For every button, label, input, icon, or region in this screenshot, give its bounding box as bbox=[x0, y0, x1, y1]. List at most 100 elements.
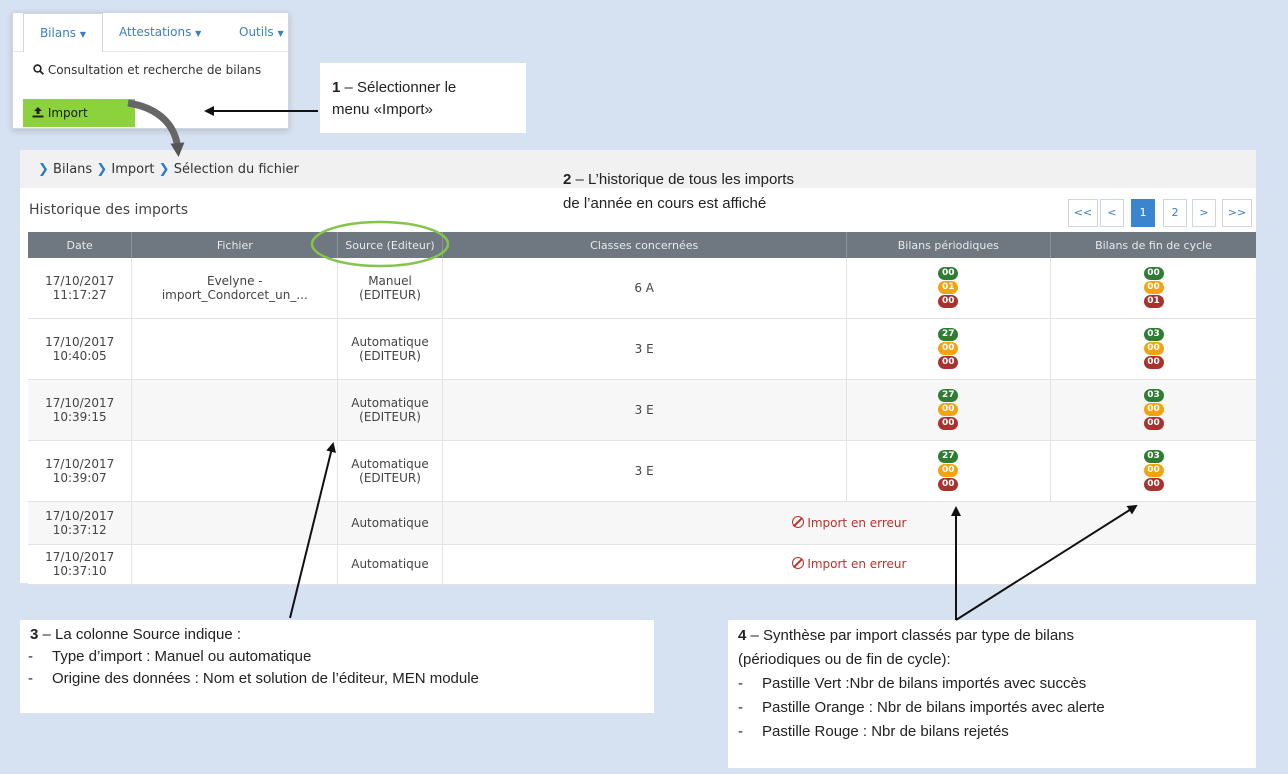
cell-fichier bbox=[131, 501, 339, 545]
badge-red: 00 bbox=[938, 417, 959, 430]
chevron-right-icon: ❯ bbox=[158, 162, 170, 177]
cell-bilans-periodiques: 27 00 00 bbox=[846, 318, 1052, 380]
cell-source: Automatique (EDITEUR) bbox=[337, 440, 443, 502]
cell-source: Manuel (EDITEUR) bbox=[337, 258, 443, 319]
menu-panel: Bilans ▼ Attestations ▼ Outils ▼ Consult… bbox=[12, 12, 289, 129]
error-text: Import en erreur bbox=[807, 557, 907, 571]
pager-next[interactable]: > bbox=[1192, 199, 1216, 227]
menu-tab-attestations[interactable]: Attestations ▼ bbox=[119, 13, 201, 51]
chevron-right-icon: ❯ bbox=[96, 162, 108, 177]
pager-last[interactable]: >> bbox=[1222, 199, 1252, 227]
callout-4-bullet: - Pastille Vert :Nbr de bilans importés a… bbox=[738, 675, 1087, 692]
table-row[interactable]: 17/10/2017 10:37:12 Automatique Import en… bbox=[28, 501, 1256, 545]
callout-3-bullet: - Type d’import : Manuel ou automatique bbox=[28, 648, 312, 665]
table-header-row: Date Fichier Source (Editeur) Classes co… bbox=[28, 232, 1256, 258]
pager-prev[interactable]: < bbox=[1100, 199, 1124, 227]
cell-classe: 3 E bbox=[442, 318, 847, 380]
badge-red: 01 bbox=[1143, 295, 1164, 309]
breadcrumb-content: ❯ Bilans ❯ Import ❯ Sélection du fichier bbox=[38, 162, 299, 177]
table-row[interactable]: 17/10/2017 10:37:10 Automatique Import en… bbox=[28, 544, 1256, 585]
editor-text: (EDITEUR) bbox=[359, 287, 421, 302]
table-row[interactable]: 17/10/2017 10:40:05 Automatique (EDITEUR) … bbox=[28, 318, 1256, 380]
cell-bilans-fin-cycle: 03 00 00 bbox=[1050, 440, 1256, 502]
cell-classe: 3 E bbox=[442, 440, 847, 502]
callout-3-bullet: - Origine des données : Nom et solution d… bbox=[28, 670, 479, 687]
header-bilans-periodiques[interactable]: Bilans périodiques bbox=[846, 232, 1052, 258]
header-date[interactable]: Date bbox=[28, 232, 133, 258]
time-text: 10:39:15 bbox=[52, 409, 107, 424]
badge-red: 00 bbox=[938, 478, 959, 491]
search-icon bbox=[33, 64, 44, 75]
editor-text: (EDITEUR) bbox=[359, 409, 421, 424]
time-text: 10:37:10 bbox=[52, 564, 107, 578]
menu-item-consultation[interactable]: Consultation et recherche de bilans bbox=[33, 63, 261, 77]
header-fichier[interactable]: Fichier bbox=[131, 232, 339, 258]
menu-tab-label: Outils bbox=[239, 25, 274, 39]
pager-page-2[interactable]: 2 bbox=[1163, 199, 1187, 227]
callout-text: – L’historique de tous les imports bbox=[571, 171, 794, 188]
callout-text: – Synthèse par import classés par type d… bbox=[746, 627, 1075, 644]
date-text: 17/10/2017 bbox=[45, 550, 115, 564]
table-row[interactable]: 17/10/2017 10:39:15 Automatique (EDITEUR) … bbox=[28, 379, 1256, 441]
header-bilans-fin-cycle[interactable]: Bilans de fin de cycle bbox=[1050, 232, 1256, 258]
ban-icon bbox=[792, 515, 805, 528]
badge-green: 27 bbox=[938, 328, 959, 341]
cell-fichier bbox=[131, 440, 339, 502]
table-row[interactable]: 17/10/2017 11:17:27 Evelyne - import_Condo… bbox=[28, 258, 1256, 319]
header-source[interactable]: Source (Editeur) bbox=[337, 232, 443, 258]
table-row[interactable]: 17/10/2017 10:39:07 Automatique (EDITEUR) … bbox=[28, 440, 1256, 502]
breadcrumb-item-bilans[interactable]: Bilans bbox=[53, 162, 92, 177]
caret-down-icon: ▼ bbox=[277, 29, 284, 38]
cell-source: Automatique bbox=[337, 501, 443, 545]
badge-orange: 00 bbox=[938, 464, 959, 477]
callout-4-line2: (périodiques ou de fin de cycle): bbox=[738, 651, 951, 668]
menu-item-import[interactable]: Import bbox=[23, 99, 135, 127]
date-text: 17/10/2017 bbox=[45, 334, 115, 349]
callout-bullet-text: Origine des données : Nom et solution de… bbox=[52, 670, 479, 687]
cell-error: Import en erreur bbox=[442, 544, 1256, 585]
pager-page-1[interactable]: 1 bbox=[1131, 199, 1155, 227]
callout-bullet-text: Pastille Vert :Nbr de bilans importés av… bbox=[762, 675, 1087, 692]
callout-4: 4 – Synthèse par import classés par type… bbox=[728, 620, 1256, 768]
badge-green: 27 bbox=[938, 389, 959, 402]
menu-tab-outils[interactable]: Outils ▼ bbox=[239, 13, 284, 51]
badge-red: 00 bbox=[938, 295, 959, 309]
date-text: 17/10/2017 bbox=[45, 273, 115, 288]
callout-4-bullet: - Pastille Rouge : Nbr de bilans rejetés bbox=[738, 723, 1009, 740]
callout-2: 2 – L’historique de tous les imports de … bbox=[563, 168, 794, 216]
header-classes[interactable]: Classes concernées bbox=[442, 232, 847, 258]
source-text: Automatique bbox=[351, 334, 429, 349]
menu-tab-bilans[interactable]: Bilans ▼ bbox=[23, 13, 103, 52]
badge-orange: 00 bbox=[1143, 464, 1164, 477]
callout-1: 1 – Sélectionner le menu «Import» bbox=[320, 63, 526, 133]
callout-text: – La colonne Source indique : bbox=[38, 626, 242, 643]
badge-red: 00 bbox=[1143, 417, 1164, 430]
cell-bilans-periodiques: 00 01 00 bbox=[846, 258, 1052, 319]
callout-text: – Sélectionner le bbox=[340, 79, 457, 96]
cell-date: 17/10/2017 11:17:27 bbox=[28, 258, 133, 319]
editor-text: (EDITEUR) bbox=[359, 348, 421, 363]
breadcrumb-item-current: Sélection du fichier bbox=[173, 162, 299, 177]
caret-down-icon: ▼ bbox=[79, 30, 87, 39]
cell-source: Automatique bbox=[337, 544, 443, 585]
cell-date: 17/10/2017 10:39:07 bbox=[28, 440, 133, 502]
badge-red: 00 bbox=[1143, 356, 1164, 369]
menu-tab-label: Bilans bbox=[39, 26, 77, 40]
time-text: 10:39:07 bbox=[52, 470, 107, 485]
pager-first[interactable]: << bbox=[1068, 199, 1098, 227]
badge-green: 03 bbox=[1143, 328, 1164, 341]
callout-3: 3 – La colonne Source indique : - Type d’… bbox=[20, 620, 654, 713]
breadcrumb-item-import[interactable]: Import bbox=[111, 162, 154, 177]
menu-item-label: Consultation et recherche de bilans bbox=[47, 63, 262, 77]
cell-date: 17/10/2017 10:39:15 bbox=[28, 379, 133, 441]
cell-fichier bbox=[131, 544, 339, 585]
cell-classe: 3 E bbox=[442, 379, 847, 441]
time-text: 10:40:05 bbox=[52, 348, 107, 363]
error-message: Import en erreur bbox=[792, 515, 907, 530]
badge-green: 00 bbox=[1143, 267, 1164, 281]
badge-green: 03 bbox=[1143, 450, 1164, 463]
menu-item-label: Import bbox=[47, 106, 88, 120]
ban-icon bbox=[792, 557, 805, 569]
cell-bilans-fin-cycle: 00 00 01 bbox=[1050, 258, 1256, 319]
error-text: Import en erreur bbox=[807, 515, 907, 530]
